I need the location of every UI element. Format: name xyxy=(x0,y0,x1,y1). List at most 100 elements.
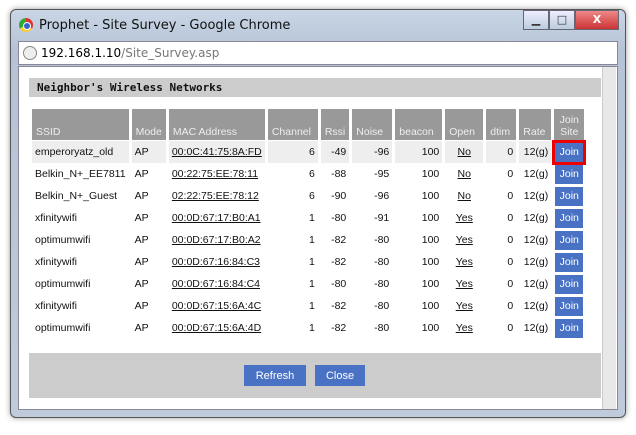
join-button[interactable]: Join xyxy=(555,186,584,206)
open-link[interactable]: Yes xyxy=(456,256,473,268)
cell-channel: 6 xyxy=(309,190,315,202)
cell-open: Yes xyxy=(445,251,483,273)
close-button[interactable]: Close xyxy=(315,365,365,386)
mac-link[interactable]: 00:0D:67:16:84:C3 xyxy=(172,256,260,268)
mac-link[interactable]: 00:0D:67:16:84:C4 xyxy=(172,278,260,290)
window-title: Prophet - Site Survey - Google Chrome xyxy=(39,18,291,33)
table-row: Belkin_N+_Guest AP 02:22:75:EE:78:12 6 -90 -9… xyxy=(32,185,585,207)
cell-mode: AP xyxy=(134,256,149,268)
address-path: /Site_Survey.asp xyxy=(121,46,220,60)
open-link[interactable]: Yes xyxy=(456,322,473,334)
cell-open: No xyxy=(445,163,483,185)
table-row: optimumwifi AP 00:0D:67:15:6A:4D 1 -82 -80 100… xyxy=(32,317,585,339)
join-button[interactable]: Join xyxy=(555,208,584,228)
cell-beacon: 100 xyxy=(421,278,440,290)
cell-dtim: 0 xyxy=(507,278,514,290)
close-window-button[interactable]: X xyxy=(575,10,619,30)
cell-open: Yes xyxy=(445,295,483,317)
cell-mac: 00:0D:67:17:B0:A2 xyxy=(169,229,265,251)
cell-ssid: Belkin_N+_Guest xyxy=(35,190,118,202)
address-host: 192.168.1.10 xyxy=(41,46,122,60)
cell-open: Yes xyxy=(445,273,483,295)
mac-link[interactable]: 00:0D:67:17:B0:A1 xyxy=(172,212,261,224)
cell-join: Join xyxy=(554,207,585,229)
maximize-button[interactable]: □ xyxy=(549,10,575,30)
cell-beacon: 100 xyxy=(421,212,440,224)
cell-ssid: xfinitywifi xyxy=(35,256,78,268)
chrome-logo-icon xyxy=(19,18,33,32)
minimize-button[interactable]: ▁ xyxy=(523,10,549,30)
cell-open: No xyxy=(445,185,483,207)
open-link[interactable]: Yes xyxy=(456,234,473,246)
cell-mac: 00:0D:67:15:6A:4D xyxy=(169,317,265,339)
open-link[interactable]: No xyxy=(458,190,471,202)
mac-link[interactable]: 00:22:75:EE:78:11 xyxy=(172,168,258,180)
join-button[interactable]: Join xyxy=(555,164,584,184)
open-link[interactable]: Yes xyxy=(456,212,473,224)
join-button[interactable]: Join xyxy=(555,318,584,338)
join-button[interactable]: Join xyxy=(555,230,584,250)
cell-ssid: optimumwifi xyxy=(35,278,91,290)
mac-link[interactable]: 00:0C:41:75:8A:FD xyxy=(172,146,262,158)
section-heading: Neighbor's Wireless Networks xyxy=(29,78,601,97)
column-header: Rate xyxy=(519,109,552,141)
cell-open: No xyxy=(445,141,484,163)
cell-channel: 1 xyxy=(309,212,315,224)
cell-mode: AP xyxy=(134,278,149,290)
refresh-button[interactable]: Refresh xyxy=(244,365,306,386)
join-button[interactable]: Join xyxy=(552,139,587,165)
cell-noise: -91 xyxy=(374,212,390,224)
window-controls: ▁ □ X xyxy=(523,10,619,30)
cell-join: Join xyxy=(554,185,585,207)
cell-dtim: 0 xyxy=(507,168,514,180)
open-link[interactable]: No xyxy=(458,146,471,158)
join-button[interactable]: Join xyxy=(555,274,584,294)
address-bar[interactable]: 192.168.1.10/Site_Survey.asp xyxy=(18,41,618,65)
cell-rate: 12(g) xyxy=(523,190,549,202)
open-link[interactable]: No xyxy=(458,168,471,180)
join-button[interactable]: Join xyxy=(555,296,584,316)
cell-beacon: 100 xyxy=(421,256,440,268)
networks-table: SSID Mode MAC Address Channel Rssi Noise beaco… xyxy=(29,109,587,339)
cell-channel: 1 xyxy=(309,278,315,290)
cell-rssi: -90 xyxy=(331,190,347,202)
mac-link[interactable]: 00:0D:67:17:B0:A2 xyxy=(172,234,261,246)
cell-dtim: 0 xyxy=(507,212,514,224)
open-link[interactable]: Yes xyxy=(456,300,473,312)
cell-dtim: 0 xyxy=(507,190,514,202)
cell-open: Yes xyxy=(445,317,483,339)
cell-open: Yes xyxy=(445,229,483,251)
cell-mode: AP xyxy=(134,234,149,246)
mac-link[interactable]: 02:22:75:EE:78:12 xyxy=(172,190,259,202)
column-header: Open xyxy=(445,109,484,141)
join-button[interactable]: Join xyxy=(555,252,584,272)
mac-link[interactable]: 00:0D:67:15:6A:4D xyxy=(172,322,261,334)
cell-ssid: xfinitywifi xyxy=(35,300,78,312)
mac-link[interactable]: 00:0D:67:15:6A:4C xyxy=(172,300,261,312)
scrollbar[interactable] xyxy=(602,67,616,409)
cell-noise: -96 xyxy=(352,141,393,163)
globe-icon xyxy=(23,46,37,60)
column-header: SSID xyxy=(32,109,129,141)
cell-mac: 00:0D:67:16:84:C3 xyxy=(169,251,265,273)
cell-rate: 12(g) xyxy=(519,141,552,163)
cell-join: Join xyxy=(554,273,585,295)
column-header: Rssi xyxy=(320,109,350,141)
cell-rssi: -82 xyxy=(331,300,347,312)
cell-ssid: xfinitywifi xyxy=(35,212,78,224)
open-link[interactable]: Yes xyxy=(456,278,473,290)
cell-ssid: emperoryatz_old xyxy=(32,141,129,163)
cell-rssi: -49 xyxy=(320,141,350,163)
table-row: emperoryatz_old AP 00:0C:41:75:8A:FD 6 -49 -9… xyxy=(32,139,587,165)
cell-mac: 02:22:75:EE:78:12 xyxy=(169,185,265,207)
cell-beacon: 100 xyxy=(421,168,440,180)
table-row: optimumwifi AP 00:0D:67:16:84:C4 1 -80 -80 100… xyxy=(32,273,585,295)
cell-mode: AP xyxy=(134,212,149,224)
browser-window: Prophet - Site Survey - Google Chrome ▁ … xyxy=(10,9,626,418)
page-content: Neighbor's Wireless Networks SSID Mode MAC… xyxy=(18,66,618,410)
cell-rssi: -80 xyxy=(331,278,347,290)
cell-mode: AP xyxy=(134,190,149,202)
cell-rate: 12(g) xyxy=(523,234,549,246)
cell-channel: 6 xyxy=(267,141,318,163)
column-header: beacon xyxy=(395,109,443,141)
